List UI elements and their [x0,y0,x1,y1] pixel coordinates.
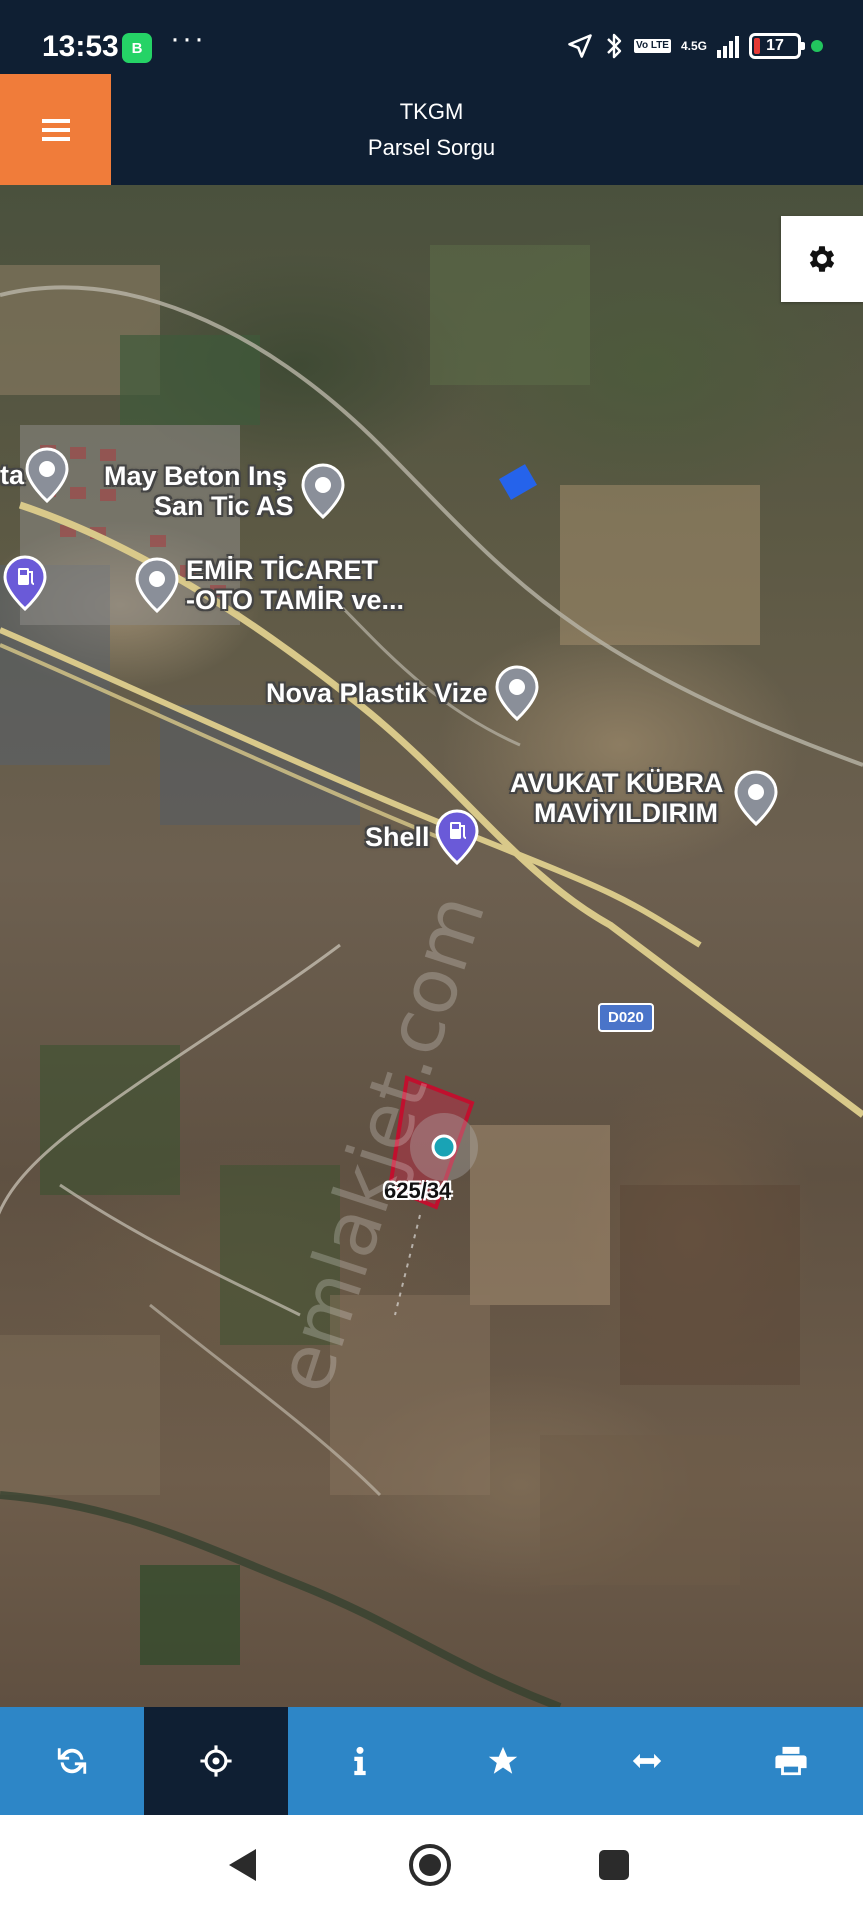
app-header: TKGM Parsel Sorgu [0,74,863,185]
home-circle-icon [409,1844,451,1886]
nav-recents-button[interactable] [584,1835,644,1895]
header-titles: TKGM Parsel Sorgu [111,74,863,185]
nav-home-button[interactable] [400,1835,460,1895]
location-arrow-icon [568,34,592,58]
location-pin-icon [24,447,70,504]
more-notifications-icon: ··· [170,22,206,55]
volte-indicator: Vo LTE [634,39,671,53]
poi-label: May Beton Inş San Tic AS [104,461,294,521]
gear-icon [809,246,835,272]
poi-may-beton[interactable]: May Beton Inş San Tic AS [104,461,346,521]
crosshair-icon [200,1745,232,1777]
status-bar: 13:53 B ··· Vo LTE 4.5G 17 [0,0,863,74]
recents-square-icon [599,1850,629,1880]
refresh-button[interactable] [0,1707,144,1815]
star-icon [489,1746,518,1774]
poi-shell[interactable]: Shell [365,809,480,866]
satellite-map[interactable]: ta May Beton Inş San Tic AS EMİR TİCARET… [0,185,863,1707]
status-time: 13:53 [42,30,119,63]
location-pin-icon [733,770,779,827]
poi-label: AVUKAT KÜBRA MAVİYILDIRIM [510,768,724,828]
refresh-icon [57,1748,87,1774]
poi-ta[interactable]: ta [0,447,70,504]
bottom-toolbar [0,1707,863,1815]
print-icon [775,1746,807,1776]
info-button[interactable] [288,1707,432,1815]
location-pin-icon [494,665,540,722]
bluetooth-icon [607,33,622,59]
poi-emir-ticaret[interactable]: EMİR TİCARET -OTO TAMİR ve... [134,555,404,615]
system-navigation-bar [0,1815,863,1920]
locate-button[interactable] [143,1707,288,1815]
battery-icon: 17 [749,33,805,59]
measure-button[interactable] [575,1707,719,1815]
status-icons: Vo LTE 4.5G 17 [566,30,823,62]
fuel-pin-icon [434,809,480,866]
battery-level: 17 [766,37,784,54]
menu-button[interactable] [0,74,111,185]
poi-label: Shell [365,822,430,852]
nav-back-button[interactable] [212,1835,272,1895]
poi-label: Nova Plastik Vize [266,678,488,708]
network-type-label: 4.5G [680,39,707,53]
print-button[interactable] [719,1707,863,1815]
fuel-pin-icon [2,555,48,612]
app-subtitle: Parsel Sorgu [367,134,496,160]
info-icon [353,1746,366,1776]
back-triangle-icon [229,1849,256,1881]
poi-avukat-kubra[interactable]: AVUKAT KÜBRA MAVİYILDIRIM [510,768,779,828]
poi-label: EMİR TİCARET -OTO TAMİR ve... [186,555,405,615]
whatsapp-notification-icon: B [122,33,152,63]
arrows-horizontal-icon [633,1753,662,1769]
privacy-indicator-dot [811,40,823,52]
location-pin-icon [300,463,346,520]
hamburger-menu-icon [41,118,70,141]
poi-fuel-station[interactable] [2,555,48,612]
road-badge-d020: D020 [598,1003,654,1032]
app-title: TKGM [399,98,464,124]
poi-nova-plastik[interactable]: Nova Plastik Vize [266,665,540,722]
settings-button[interactable] [781,216,863,302]
location-pin-icon [134,557,180,614]
favorite-button[interactable] [431,1707,575,1815]
poi-label: ta [0,460,25,490]
signal-strength-icon [717,34,739,58]
